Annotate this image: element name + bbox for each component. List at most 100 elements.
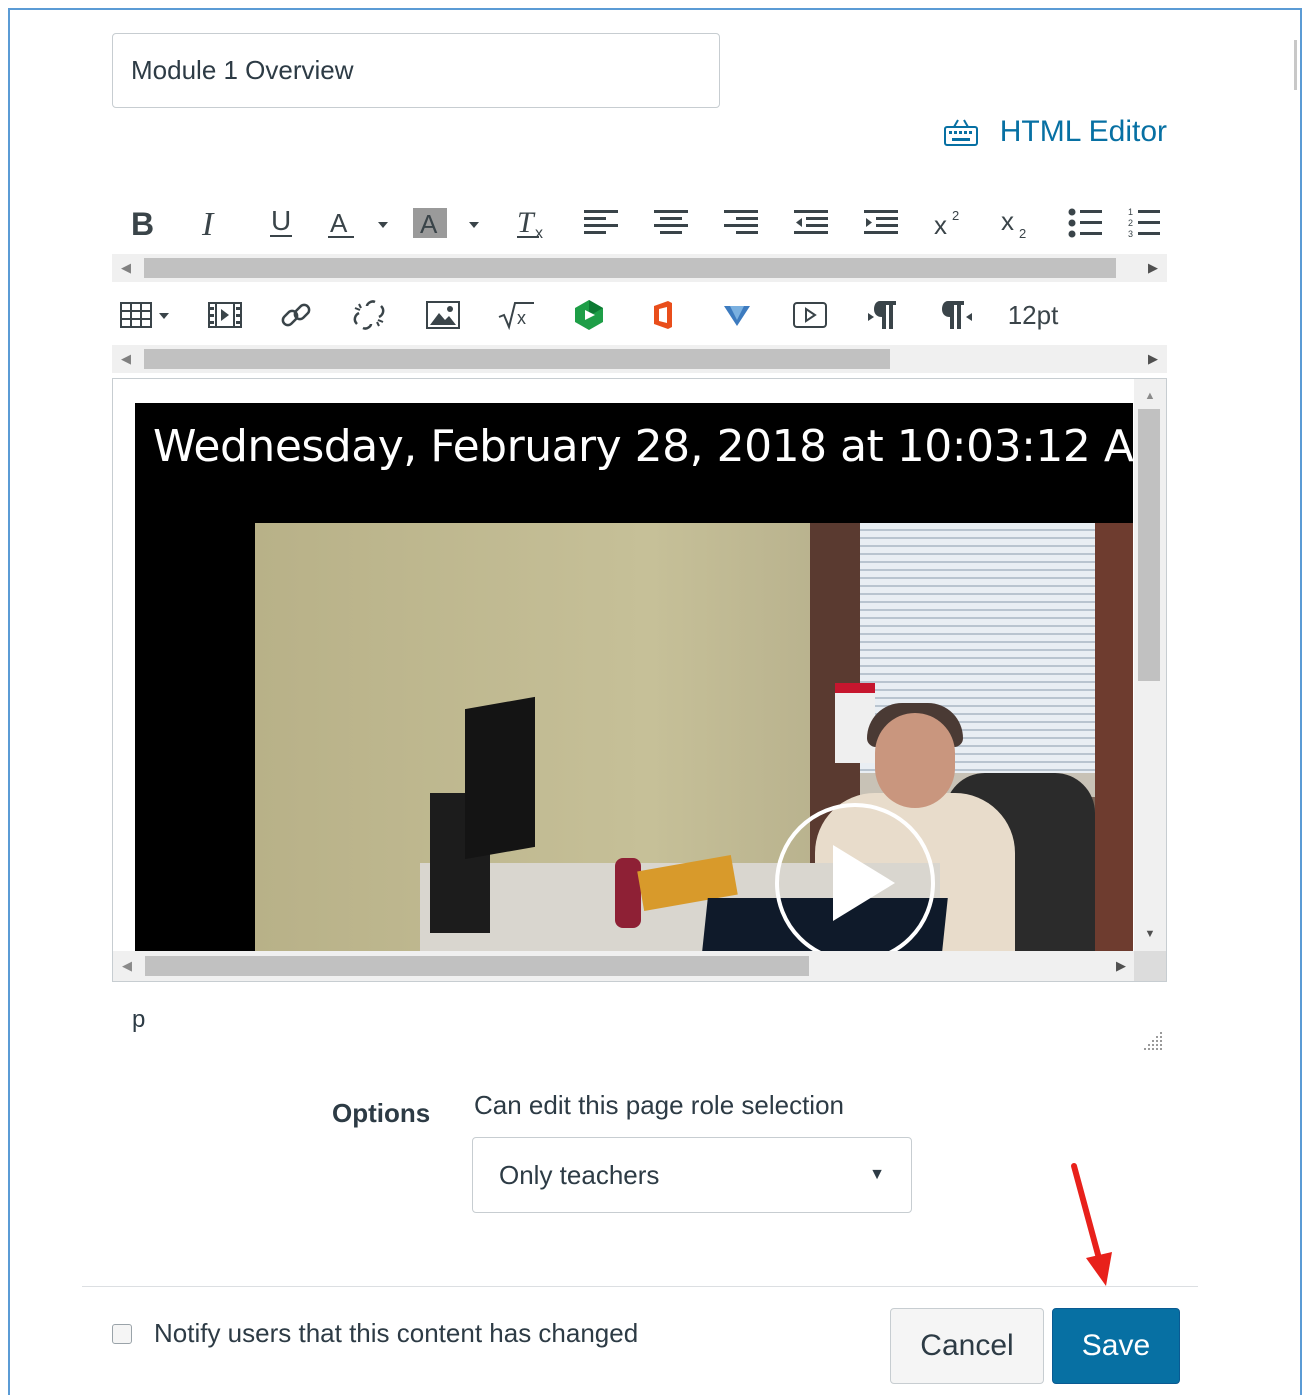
video-play-button[interactable] (775, 803, 935, 951)
svg-text:3: 3 (1128, 229, 1133, 239)
table-icon (120, 302, 169, 328)
rtl-paragraph-button[interactable] (924, 287, 990, 343)
save-button[interactable]: Save (1052, 1308, 1180, 1384)
embed-video-button[interactable] (778, 287, 842, 343)
toolbar-row-2-scrollbar[interactable]: ◀ ▶ (112, 345, 1167, 373)
link-icon (281, 303, 311, 327)
vimeo-icon (724, 306, 750, 326)
clear-formatting-button[interactable]: Tx (504, 195, 562, 251)
google-apps-button[interactable] (556, 287, 622, 343)
scroll-down-icon[interactable]: ▼ (1134, 921, 1166, 947)
italic-button[interactable]: I (180, 195, 242, 251)
scroll-right-icon[interactable]: ▶ (1107, 951, 1135, 981)
notify-checkbox[interactable] (112, 1323, 132, 1344)
google-drive-icon (575, 300, 603, 330)
align-right-button[interactable] (710, 195, 772, 251)
background-color-button[interactable]: A (406, 195, 496, 251)
unlink-button[interactable] (336, 287, 402, 343)
bullet-list-button[interactable] (1054, 195, 1116, 251)
subscript-button[interactable]: x2 (986, 195, 1046, 251)
svg-text:B: B (131, 207, 154, 239)
scroll-right-icon[interactable]: ▶ (1139, 345, 1167, 373)
embedded-video[interactable]: Wednesday, February 28, 2018 at 10:03:12… (135, 403, 1133, 951)
cancel-button[interactable]: Cancel (890, 1308, 1044, 1384)
numbered-list-button[interactable]: 123 (1124, 195, 1164, 251)
office-365-button[interactable] (630, 287, 696, 343)
scrollbar-thumb[interactable] (1138, 409, 1160, 681)
svg-text:A: A (330, 208, 348, 238)
align-right-icon (724, 210, 758, 234)
svg-text:x: x (535, 225, 543, 240)
role-select-value: Only teachers (499, 1159, 660, 1190)
ltr-paragraph-icon (868, 301, 896, 329)
scroll-left-icon[interactable]: ◀ (112, 345, 140, 373)
scrollbar-thumb[interactable] (144, 258, 1116, 278)
italic-icon: I (201, 207, 215, 239)
media-button[interactable] (194, 287, 256, 343)
editor-horizontal-scrollbar[interactable]: ◀ ▶ (113, 951, 1135, 981)
text-color-icon: A (328, 208, 388, 238)
editor-toolbar-row-2: x 12pt (112, 282, 1167, 348)
bullet-list-icon (1068, 208, 1102, 238)
image-button[interactable] (410, 287, 476, 343)
html-editor-link[interactable]: HTML Editor (943, 112, 1167, 152)
resize-grip-icon[interactable] (1142, 1030, 1164, 1052)
text-color-button[interactable]: A (320, 195, 398, 251)
ltr-paragraph-button[interactable] (850, 287, 916, 343)
numbered-list-icon: 123 (1128, 207, 1160, 239)
underline-button[interactable]: U (250, 195, 312, 251)
scrollbar-corner (1134, 951, 1166, 981)
svg-text:I: I (201, 207, 215, 239)
element-path-label: p (132, 1006, 146, 1033)
indent-button[interactable] (850, 195, 912, 251)
play-box-icon (793, 302, 827, 328)
keyboard-icon (943, 119, 978, 146)
footer-divider (82, 1286, 1198, 1287)
role-selection-label: Can edit this page role selection (474, 1090, 845, 1120)
bold-button[interactable]: B (112, 195, 172, 251)
play-icon (833, 845, 895, 921)
scroll-left-icon[interactable]: ◀ (112, 254, 140, 282)
font-size-select[interactable]: 12pt (998, 287, 1068, 343)
notify-users-option[interactable]: Notify users that this content has chang… (112, 1318, 638, 1349)
video-timestamp: Wednesday, February 28, 2018 at 10:03:12… (153, 421, 1133, 472)
caret-down-icon: ▼ (869, 1166, 885, 1183)
edit-role-select[interactable]: Only teachers ▼ (472, 1137, 912, 1213)
red-arrow-annotation-icon (1071, 1163, 1112, 1286)
outdent-button[interactable] (780, 195, 842, 251)
rich-content-editor[interactable]: Wednesday, February 28, 2018 at 10:03:12… (112, 378, 1167, 982)
film-icon (208, 302, 242, 328)
editor-toolbar-row-1: B I U A A Tx x2 x2 123 (112, 190, 1167, 256)
svg-text:U: U (271, 206, 291, 236)
rtl-paragraph-icon (942, 301, 972, 329)
svg-text:x: x (934, 210, 947, 238)
editor-vertical-scrollbar[interactable]: ▲ ▼ (1134, 379, 1166, 951)
scrollbar-thumb[interactable] (145, 956, 809, 976)
page-title-input[interactable]: Module 1 Overview (112, 33, 720, 108)
image-icon (426, 301, 460, 329)
unlink-icon (353, 300, 385, 330)
align-left-icon (584, 210, 618, 234)
align-center-button[interactable] (640, 195, 702, 251)
notify-label: Notify users that this content has chang… (154, 1318, 639, 1348)
superscript-icon: x2 (934, 208, 959, 238)
scrollbar-thumb[interactable] (144, 349, 890, 369)
superscript-button[interactable]: x2 (920, 195, 978, 251)
math-equation-button[interactable]: x (484, 287, 548, 343)
video-frame-image (255, 523, 1133, 951)
page-scrollbar-thumb[interactable] (1294, 40, 1297, 90)
office-365-icon (654, 301, 672, 329)
scroll-right-icon[interactable]: ▶ (1139, 254, 1167, 282)
vimeo-button[interactable] (704, 287, 770, 343)
svg-text:T: T (517, 206, 536, 239)
toolbar-row-1-scrollbar[interactable]: ◀ ▶ (112, 254, 1167, 282)
underline-icon: U (270, 206, 292, 237)
link-button[interactable] (264, 287, 328, 343)
options-label: Options (332, 1098, 431, 1128)
align-left-button[interactable] (570, 195, 632, 251)
subscript-icon: x2 (1001, 206, 1026, 240)
table-button[interactable] (112, 287, 186, 343)
scroll-up-icon[interactable]: ▲ (1134, 383, 1166, 409)
scroll-left-icon[interactable]: ◀ (113, 951, 141, 981)
background-color-icon: A (413, 208, 479, 239)
